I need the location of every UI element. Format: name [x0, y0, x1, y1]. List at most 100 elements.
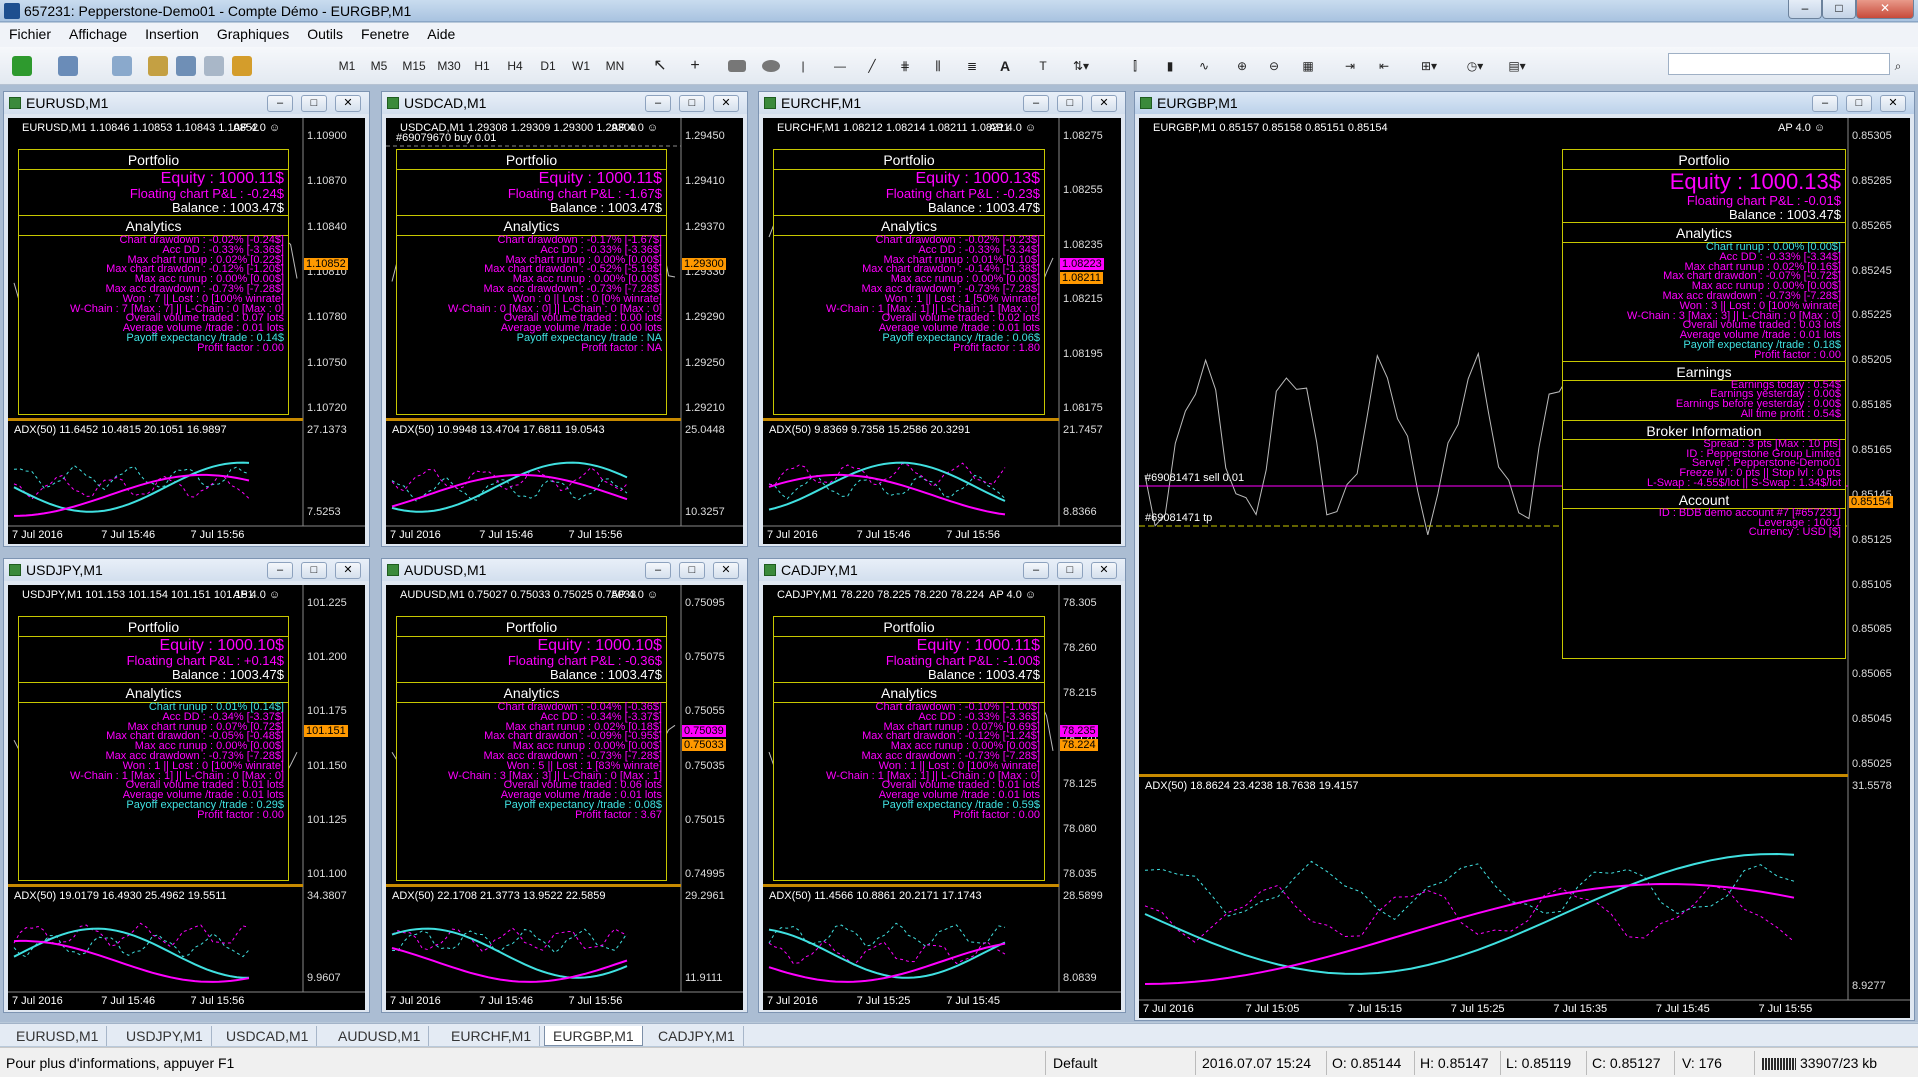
- tab-audusd[interactable]: AUDUSD,M1: [330, 1026, 430, 1046]
- text-label-icon[interactable]: T: [1033, 55, 1053, 77]
- chart-canvas[interactable]: EURGBP,M1 0.85157 0.85158 0.85151 0.8515…: [1139, 118, 1910, 1018]
- terminal-icon[interactable]: [204, 56, 224, 76]
- chart-window-eurusd[interactable]: EURUSD,M1 – □ ✕ EURUSD,M1 1.10846 1.10853 1.…: [3, 91, 370, 547]
- chart-maximize-button[interactable]: □: [679, 95, 705, 112]
- chart-close-button[interactable]: ✕: [713, 562, 739, 579]
- crosshair-icon[interactable]: +: [685, 55, 705, 77]
- tab-eurgbp[interactable]: EURGBP,M1: [544, 1026, 643, 1046]
- chart-close-button[interactable]: ✕: [1091, 95, 1117, 112]
- chart-minimize-button[interactable]: –: [1023, 95, 1049, 112]
- tf-d1-button[interactable]: D1: [535, 55, 561, 77]
- menu-affichage[interactable]: Affichage: [60, 23, 136, 45]
- strategy-tester-icon[interactable]: [232, 56, 252, 76]
- tf-w1-button[interactable]: W1: [568, 55, 594, 77]
- chart-minimize-button[interactable]: –: [1812, 95, 1838, 112]
- chart-close-button[interactable]: ✕: [335, 562, 361, 579]
- chart-canvas[interactable]: EURCHF,M1 1.08212 1.08214 1.08211 1.0821…: [763, 118, 1121, 544]
- cursor-icon[interactable]: ↖: [650, 55, 670, 77]
- tf-m15-button[interactable]: M15: [398, 55, 430, 77]
- chart-window-caption[interactable]: EURUSD,M1 – □ ✕: [4, 92, 369, 114]
- chart-minimize-button[interactable]: –: [267, 95, 293, 112]
- chart-maximize-button[interactable]: □: [679, 562, 705, 579]
- chart-window-usdjpy[interactable]: USDJPY,M1 – □ ✕ USDJPY,M1 101.153 101.154 10…: [3, 558, 370, 1013]
- tf-h4-button[interactable]: H4: [502, 55, 528, 77]
- chart-window-caption[interactable]: USDJPY,M1 – □ ✕: [4, 559, 369, 581]
- chart-minimize-button[interactable]: –: [645, 562, 671, 579]
- chart-maximize-button[interactable]: □: [1057, 95, 1083, 112]
- menu-aide[interactable]: Aide: [418, 23, 464, 45]
- chart-minimize-button[interactable]: –: [267, 562, 293, 579]
- menu-insertion[interactable]: Insertion: [136, 23, 208, 45]
- chart-close-button[interactable]: ✕: [335, 95, 361, 112]
- chart-shift-icon[interactable]: ⇤: [1374, 55, 1394, 77]
- rectangle-icon[interactable]: [728, 60, 746, 72]
- navigator-icon[interactable]: [176, 56, 196, 76]
- zoom-in-icon[interactable]: ⊕: [1232, 55, 1252, 77]
- new-chart-icon[interactable]: [12, 56, 32, 76]
- bar-chart-icon[interactable]: ⫿: [1125, 55, 1145, 77]
- indicators-icon[interactable]: ⊞▾: [1412, 55, 1446, 77]
- chart-window-cadjpy[interactable]: CADJPY,M1 – □ ✕ CADJPY,M1 78.220 78.225 78.2…: [758, 558, 1126, 1013]
- search-input[interactable]: [1668, 53, 1890, 75]
- channel-icon[interactable]: ⫼: [928, 55, 948, 77]
- minimize-button[interactable]: –: [1788, 0, 1822, 19]
- horizontal-line-icon[interactable]: —: [830, 55, 850, 77]
- chart-window-audusd[interactable]: AUDUSD,M1 – □ ✕ AUDUSD,M1 0.75027 0.75033 0.…: [381, 558, 748, 1013]
- chart-close-button[interactable]: ✕: [713, 95, 739, 112]
- line-chart-icon[interactable]: ∿: [1194, 55, 1214, 77]
- chart-window-caption[interactable]: AUDUSD,M1 – □ ✕: [382, 559, 747, 581]
- chart-maximize-button[interactable]: □: [1846, 95, 1872, 112]
- chart-maximize-button[interactable]: □: [1057, 562, 1083, 579]
- zoom-out-icon[interactable]: ⊖: [1264, 55, 1284, 77]
- tf-m1-button[interactable]: M1: [334, 55, 360, 77]
- chart-canvas[interactable]: USDJPY,M1 101.153 101.154 101.151 101.15…: [8, 585, 365, 1010]
- pitchfork-icon[interactable]: ⋕: [895, 55, 915, 77]
- tile-windows-icon[interactable]: ▦: [1298, 55, 1318, 77]
- tf-m30-button[interactable]: M30: [433, 55, 465, 77]
- tf-h1-button[interactable]: H1: [469, 55, 495, 77]
- close-button[interactable]: ✕: [1856, 0, 1914, 19]
- search-icon[interactable]: ⌕: [1888, 55, 1908, 77]
- chart-window-caption[interactable]: EURGBP,M1 – □ ✕: [1135, 92, 1914, 114]
- menu-fichier[interactable]: Fichier: [0, 23, 60, 45]
- chart-window-caption[interactable]: EURCHF,M1 – □ ✕: [759, 92, 1125, 114]
- chart-window-caption[interactable]: USDCAD,M1 – □ ✕: [382, 92, 747, 114]
- chart-close-button[interactable]: ✕: [1091, 562, 1117, 579]
- profiles-icon[interactable]: [58, 56, 78, 76]
- chart-minimize-button[interactable]: –: [1023, 562, 1049, 579]
- chart-canvas[interactable]: CADJPY,M1 78.220 78.225 78.220 78.224 AP …: [763, 585, 1121, 1010]
- chart-canvas[interactable]: USDCAD,M1 1.29308 1.29309 1.29300 1.2930…: [386, 118, 743, 544]
- data-window-icon[interactable]: [148, 56, 168, 76]
- chart-maximize-button[interactable]: □: [301, 95, 327, 112]
- tab-usdcad[interactable]: USDCAD,M1: [218, 1026, 318, 1046]
- tf-m5-button[interactable]: M5: [366, 55, 392, 77]
- chart-window-eurchf[interactable]: EURCHF,M1 – □ ✕ EURCHF,M1 1.08212 1.08214 1.…: [758, 91, 1126, 547]
- fibonacci-icon[interactable]: ≣: [962, 55, 982, 77]
- tf-mn-button[interactable]: MN: [601, 55, 629, 77]
- chart-minimize-button[interactable]: –: [645, 95, 671, 112]
- tab-cadjpy[interactable]: CADJPY,M1: [650, 1026, 744, 1046]
- tab-eurusd[interactable]: EURUSD,M1: [8, 1026, 108, 1046]
- candle-chart-icon[interactable]: ▮: [1160, 55, 1180, 77]
- tab-usdjpy[interactable]: USDJPY,M1: [118, 1026, 212, 1046]
- text-tool-icon[interactable]: A: [997, 55, 1013, 77]
- vertical-line-icon[interactable]: |: [797, 55, 809, 77]
- arrows-icon[interactable]: ⇅▾: [1066, 55, 1096, 77]
- chart-canvas[interactable]: AUDUSD,M1 0.75027 0.75033 0.75025 0.7503…: [386, 585, 743, 1010]
- chart-maximize-button[interactable]: □: [301, 562, 327, 579]
- autoscroll-icon[interactable]: ⇥: [1340, 55, 1360, 77]
- chart-close-button[interactable]: ✕: [1880, 95, 1906, 112]
- chart-window-usdcad[interactable]: USDCAD,M1 – □ ✕ USDCAD,M1 1.29308 1.29309 1.…: [381, 91, 748, 547]
- ellipse-icon[interactable]: [762, 60, 780, 72]
- chart-canvas[interactable]: EURUSD,M1 1.10846 1.10853 1.10843 1.1085…: [8, 118, 365, 544]
- chart-window-eurgbp[interactable]: EURGBP,M1 – □ ✕ EURGBP,M1 0.85157 0.85158 0.…: [1134, 91, 1915, 1021]
- menu-outils[interactable]: Outils: [298, 23, 352, 45]
- maximize-button[interactable]: □: [1822, 0, 1856, 19]
- menu-graphiques[interactable]: Graphiques: [208, 23, 298, 45]
- templates-icon[interactable]: ▤▾: [1500, 55, 1534, 77]
- menu-fenetre[interactable]: Fenetre: [352, 23, 418, 45]
- chart-window-caption[interactable]: CADJPY,M1 – □ ✕: [759, 559, 1125, 581]
- periods-icon[interactable]: ◷▾: [1458, 55, 1492, 77]
- market-watch-icon[interactable]: [112, 56, 132, 76]
- tab-eurchf[interactable]: EURCHF,M1: [443, 1026, 541, 1046]
